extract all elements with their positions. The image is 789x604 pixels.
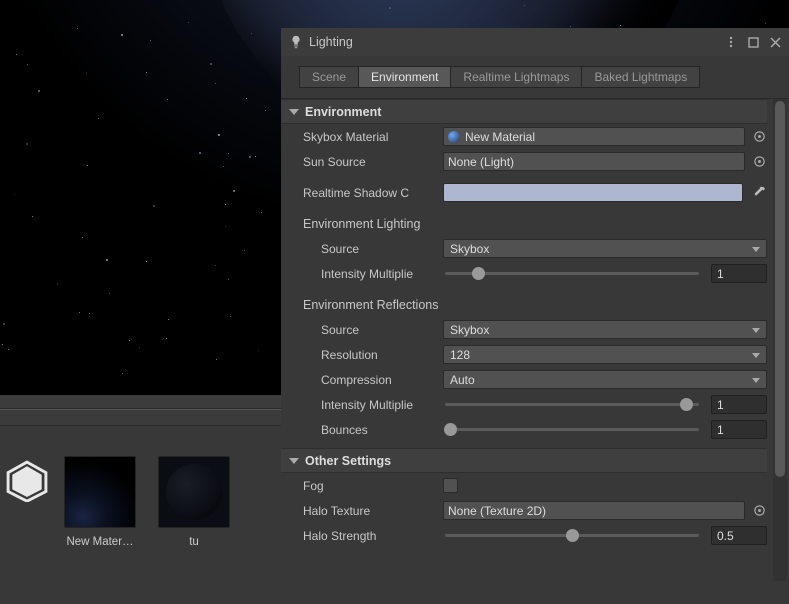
reflection-intensity-value[interactable]: 1 [711,395,767,414]
lightbulb-icon [289,35,303,49]
section-other-settings[interactable]: Other Settings [281,448,767,473]
field-label: Fog [303,479,443,493]
fog-checkbox[interactable] [443,478,458,493]
tab-environment[interactable]: Environment [358,66,450,88]
lighting-intensity-value[interactable]: 1 [711,264,767,283]
field-value: Skybox [450,323,489,337]
eyedropper-icon[interactable] [751,185,767,201]
field-value: None (Light) [448,155,514,169]
section-label: Environment [305,105,381,119]
field-label: Compression [321,373,443,387]
shadow-color-field[interactable] [443,183,743,202]
panel-title: Lighting [309,35,353,49]
field-label: Halo Texture [303,504,443,518]
unity-logo [6,456,46,505]
tab-realtime-lightmaps[interactable]: Realtime Lightmaps [450,66,581,88]
asset-item[interactable]: New Mater… [60,456,140,548]
field-label: Source [321,242,443,256]
vertical-scrollbar[interactable] [773,99,787,581]
panel-scroll: Environment Skybox Material New Material… [281,99,789,581]
reflection-bounces-value[interactable]: 1 [711,420,767,439]
scrollbar-thumb[interactable] [775,101,785,477]
reflection-resolution-dropdown[interactable]: 128 [443,345,767,364]
material-icon [448,131,460,143]
maximize-icon[interactable] [745,34,761,50]
subheading-env-lighting: Environment Lighting [281,211,767,236]
reflection-bounces-slider[interactable] [443,420,701,439]
foldout-icon [289,458,299,464]
skybox-material-field[interactable]: New Material [443,127,745,146]
field-value: 128 [450,348,470,362]
reflection-compression-dropdown[interactable]: Auto [443,370,767,389]
field-label: Halo Strength [303,529,443,543]
field-label: Intensity Multiplie [321,398,443,412]
halo-strength-slider[interactable] [443,526,701,545]
field-value: None (Texture 2D) [448,504,546,518]
field-label: Source [321,323,443,337]
close-icon[interactable] [767,34,783,50]
material-thumbnail [64,456,136,528]
field-label: Sun Source [303,155,443,169]
section-environment[interactable]: Environment [281,99,767,124]
sun-source-field[interactable]: None (Light) [443,152,745,171]
tab-scene[interactable]: Scene [299,66,358,88]
reflection-intensity-slider[interactable] [443,395,701,414]
field-label: Realtime Shadow C [303,186,443,200]
section-label: Other Settings [305,454,391,468]
tab-baked-lightmaps[interactable]: Baked Lightmaps [581,66,700,88]
panel-titlebar[interactable]: Lighting [281,28,789,56]
object-picker-icon[interactable] [751,154,767,170]
field-label: Skybox Material [303,130,443,144]
halo-texture-field[interactable]: None (Texture 2D) [443,501,745,520]
halo-strength-value[interactable]: 0.5 [711,526,767,545]
material-thumbnail [158,456,230,528]
subheading-env-reflections: Environment Reflections [281,292,767,317]
reflection-source-dropdown[interactable]: Skybox [443,320,767,339]
kebab-icon[interactable] [723,34,739,50]
tab-bar: SceneEnvironmentRealtime LightmapsBaked … [281,56,789,99]
asset-label: New Mater… [60,536,140,548]
foldout-icon [289,109,299,115]
field-label: Bounces [321,423,443,437]
object-picker-icon[interactable] [751,503,767,519]
field-label: Intensity Multiplie [321,267,443,281]
object-picker-icon[interactable] [751,129,767,145]
lighting-panel: Lighting SceneEnvironmentRealtime Lightm… [281,28,789,581]
field-label: Resolution [321,348,443,362]
lighting-intensity-slider[interactable] [443,264,701,283]
field-value: New Material [465,130,535,144]
lighting-source-dropdown[interactable]: Skybox [443,239,767,258]
asset-item[interactable]: tu [154,456,234,548]
asset-label: tu [154,536,234,548]
field-value: Auto [450,373,475,387]
field-value: Skybox [450,242,489,256]
